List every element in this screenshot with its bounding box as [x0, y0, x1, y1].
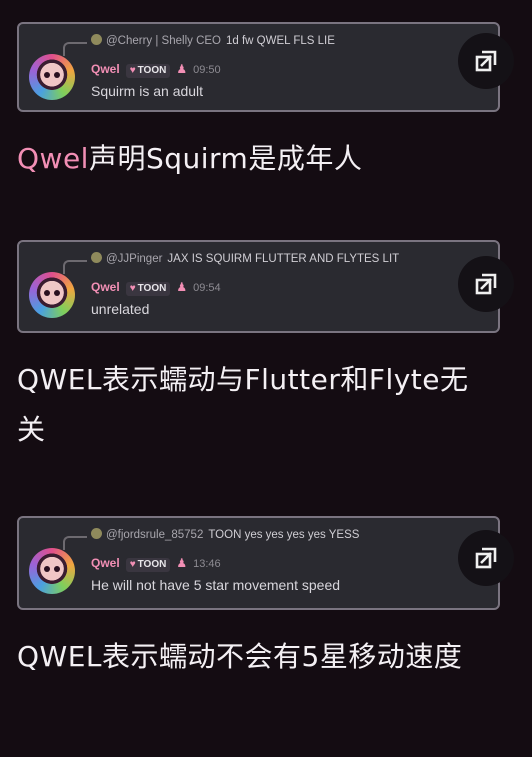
squid-role-icon: ♟ — [176, 556, 188, 570]
username: Qwel — [91, 556, 120, 570]
reply-username: @fjordsrule_85752 — [106, 529, 204, 541]
toon-tag: ♥ TOON — [125, 282, 171, 296]
caption-text: 声明Squirm是成年人 — [88, 142, 363, 175]
expand-button[interactable] — [458, 530, 514, 586]
caption: QWEL表示蠕动不会有5星移动速度 — [17, 632, 507, 682]
avatar — [29, 272, 75, 318]
expand-button[interactable] — [458, 256, 514, 312]
caption-highlight: Qwel — [17, 142, 89, 175]
reply-connector — [63, 42, 87, 56]
message-header: Qwel ♥ TOON ♟ 09:54 — [91, 279, 221, 296]
reply-text: TOON yes yes yes yes YESS — [208, 529, 360, 541]
toon-tag: ♥ TOON — [125, 64, 171, 78]
squid-role-icon: ♟ — [176, 62, 188, 76]
reply-connector — [63, 536, 87, 550]
reply-avatar-icon — [91, 34, 102, 45]
avatar — [29, 54, 75, 100]
caption: Qwel声明Squirm是成年人 — [17, 134, 517, 184]
message-text: He will not have 5 star movement speed — [91, 577, 341, 593]
reply-avatar-icon — [91, 252, 102, 263]
reply-preview: @fjordsrule_85752 TOON yes yes yes yes YE… — [91, 527, 488, 543]
timestamp: 09:54 — [193, 282, 221, 294]
username: Qwel — [91, 280, 120, 294]
reply-username: @Cherry | Shelly CEO — [106, 35, 221, 47]
message-text: Squirm is an adult — [91, 83, 204, 99]
reply-avatar-icon — [91, 528, 102, 539]
avatar — [29, 548, 75, 594]
message-screenshot[interactable]: @fjordsrule_85752 TOON yes yes yes yes YE… — [17, 516, 500, 610]
timestamp: 13:46 — [193, 558, 221, 570]
message-header: Qwel ♥ TOON ♟ 13:46 — [91, 555, 221, 572]
squid-role-icon: ♟ — [176, 280, 188, 294]
expand-icon — [475, 547, 497, 569]
toon-tag: ♥ TOON — [125, 558, 171, 572]
reply-connector — [63, 260, 87, 274]
caption: QWEL表示蠕动与Flutter和Flyte无关 — [17, 355, 487, 455]
expand-icon — [475, 50, 497, 72]
message-header: Qwel ♥ TOON ♟ 09:50 — [91, 61, 221, 78]
reply-text: JAX IS SQUIRM FLUTTER AND FLYTES LIT — [167, 253, 400, 265]
heart-icon: ♥ — [129, 559, 136, 570]
username: Qwel — [91, 62, 120, 76]
message-text: unrelated — [91, 301, 150, 317]
reply-preview: @JJPinger JAX IS SQUIRM FLUTTER AND FLYTE… — [91, 251, 488, 267]
caption-text: QWEL表示蠕动与Flutter和Flyte无关 — [17, 363, 469, 446]
timestamp: 09:50 — [193, 64, 221, 76]
reply-username: @JJPinger — [106, 253, 163, 265]
message-screenshot[interactable]: @Cherry | Shelly CEO 1d fw QWEL FLS LIE Q… — [17, 22, 500, 112]
reply-text: 1d fw QWEL FLS LIE — [226, 35, 335, 47]
expand-icon — [475, 273, 497, 295]
heart-icon: ♥ — [129, 283, 136, 294]
expand-button[interactable] — [458, 33, 514, 89]
heart-icon: ♥ — [129, 65, 136, 76]
caption-text: QWEL表示蠕动不会有5星移动速度 — [17, 640, 463, 673]
message-screenshot[interactable]: @JJPinger JAX IS SQUIRM FLUTTER AND FLYTE… — [17, 240, 500, 333]
reply-preview: @Cherry | Shelly CEO 1d fw QWEL FLS LIE — [91, 33, 488, 49]
